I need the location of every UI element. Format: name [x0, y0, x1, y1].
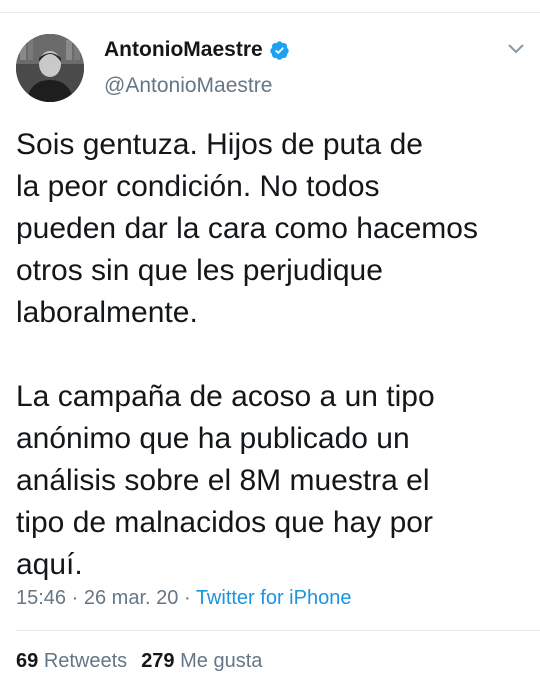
avatar[interactable] — [16, 34, 84, 102]
tweet-text: Sois gentuza. Hijos de puta de la peor c… — [16, 124, 528, 586]
top-divider — [0, 12, 540, 13]
retweets-label: Retweets — [43, 650, 128, 672]
tweet-source-link[interactable]: Twitter for iPhone — [196, 587, 352, 609]
chevron-down-icon[interactable] — [506, 42, 526, 56]
likes-stat[interactable]: 279 Me gusta — [141, 650, 262, 672]
tweet-time[interactable]: 15:46 — [16, 587, 66, 609]
retweets-stat[interactable]: 69 Retweets — [16, 650, 127, 672]
meta-separator: · — [71, 587, 79, 609]
author-handle[interactable]: @AntonioMaestre — [104, 74, 272, 98]
verified-badge-icon — [269, 40, 290, 61]
display-name[interactable]: AntonioMaestre — [104, 38, 263, 62]
author-name-row[interactable]: AntonioMaestre — [104, 38, 290, 62]
retweets-count: 69 — [16, 650, 39, 672]
likes-count: 279 — [141, 650, 175, 672]
tweet-paragraph: Sois gentuza. Hijos de puta de la peor c… — [16, 128, 478, 329]
tweet-stats: 69 Retweets 279 Me gusta — [16, 650, 262, 673]
tweet-paragraph: La campaña de acoso a un tipo anónimo qu… — [16, 380, 435, 581]
meta-separator: · — [183, 587, 191, 609]
tweet-date[interactable]: 26 mar. 20 — [84, 587, 179, 609]
tweet-metadata: 15:46 · 26 mar. 20 · Twitter for iPhone — [16, 587, 351, 610]
likes-label: Me gusta — [180, 650, 263, 672]
stats-divider — [16, 630, 540, 631]
